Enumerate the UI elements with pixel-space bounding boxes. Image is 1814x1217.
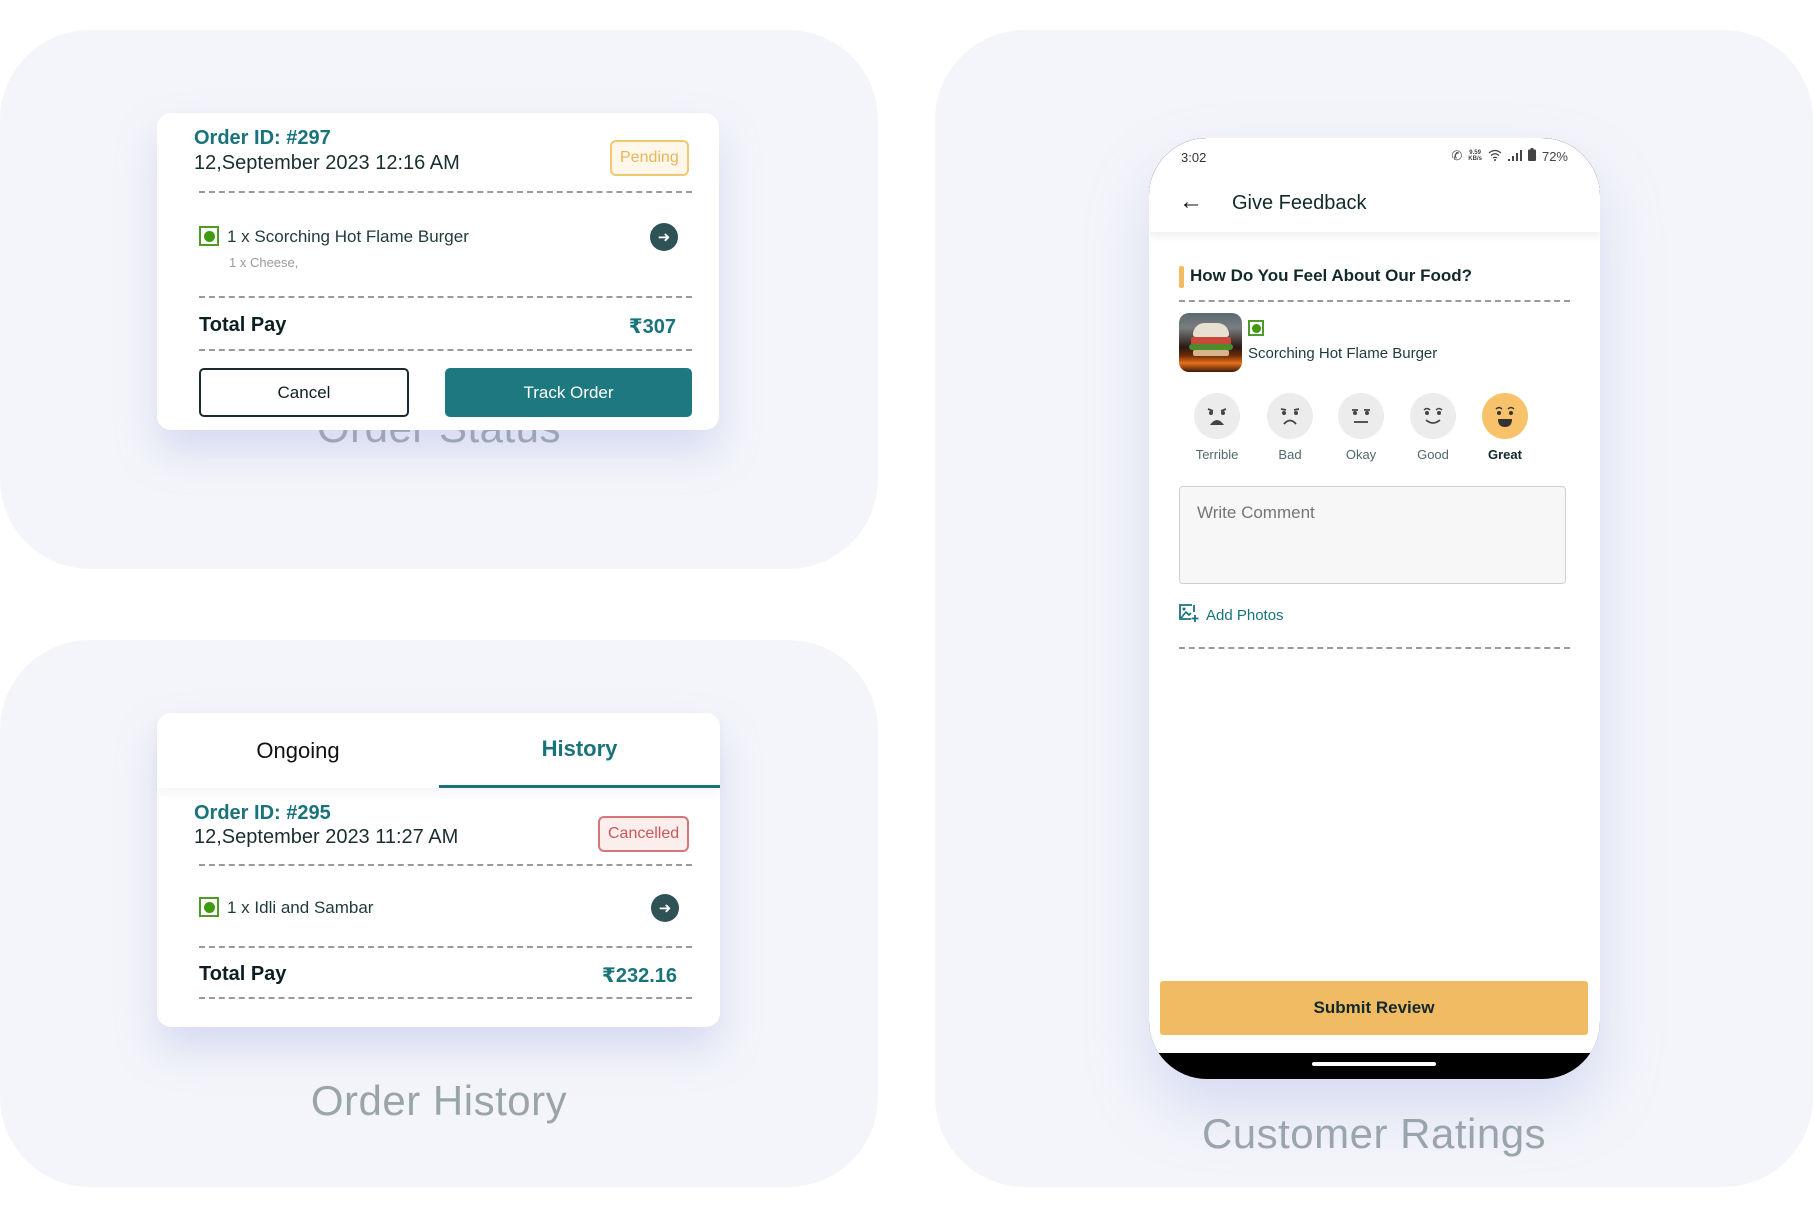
rating-label: Good (1417, 447, 1449, 462)
track-order-button[interactable]: Track Order (445, 368, 692, 417)
status-time: 3:02 (1181, 150, 1207, 165)
order-id: Order ID: #295 (194, 802, 331, 824)
submit-review-button[interactable]: Submit Review (1160, 981, 1588, 1035)
tab-history[interactable]: History (439, 713, 720, 788)
add-image-icon (1179, 604, 1199, 626)
order-status-card: Order ID: #297 12,September 2023 12:16 A… (157, 113, 719, 430)
battery-level: 72% (1541, 148, 1568, 164)
total-label: Total Pay (199, 963, 287, 985)
phone-mockup: 3:02 ✆ 9.59 KB/s 72% ← Give Feedback How… (1149, 138, 1600, 1079)
tab-bar: Ongoing History (157, 713, 720, 788)
phone-screen: 3:02 ✆ 9.59 KB/s 72% ← Give Feedback How… (1149, 138, 1600, 1053)
rating-label: Okay (1345, 447, 1377, 462)
rating-good[interactable]: Good (1398, 393, 1468, 462)
rating-terrible[interactable]: Terrible (1182, 393, 1252, 462)
call-icon: ✆ (1451, 148, 1463, 163)
app-bar: ← Give Feedback (1149, 178, 1600, 232)
divider (199, 349, 692, 351)
order-id: Order ID: #297 (194, 127, 331, 149)
veg-icon (1248, 320, 1264, 336)
add-photos-button[interactable]: Add Photos (1179, 604, 1284, 626)
veg-icon (199, 226, 219, 246)
divider (199, 864, 692, 866)
divider (199, 946, 692, 948)
rating-label: Great (1488, 447, 1522, 462)
rating-label: Bad (1278, 447, 1302, 462)
good-face-icon (1410, 393, 1456, 439)
order-date: 12,September 2023 12:16 AM (194, 152, 460, 174)
rating-label: Terrible (1195, 447, 1239, 462)
add-photos-label: Add Photos (1206, 606, 1284, 624)
tab-ongoing[interactable]: Ongoing (157, 713, 439, 788)
arrow-right-icon: ➜ (658, 900, 672, 917)
home-indicator (1312, 1062, 1436, 1066)
food-name: Scorching Hot Flame Burger (1248, 345, 1438, 362)
food-image (1179, 313, 1242, 372)
status-badge: Pending (610, 140, 689, 176)
comment-input[interactable] (1179, 486, 1566, 584)
total-value: ₹232.16 (601, 965, 677, 987)
item-name: 1 x Idli and Sambar (227, 898, 374, 917)
item-name: 1 x Scorching Hot Flame Burger (227, 227, 469, 246)
great-face-icon (1482, 393, 1528, 439)
terrible-face-icon (1194, 393, 1240, 439)
battery-icon (1527, 148, 1536, 164)
question-heading: How Do You Feel About Our Food? (1190, 266, 1473, 285)
status-badge: Cancelled (598, 816, 690, 852)
bad-face-icon (1267, 393, 1313, 439)
signal-icon (1507, 149, 1522, 164)
rating-okay[interactable]: Okay (1326, 393, 1396, 462)
divider (199, 296, 692, 298)
wifi-icon (1488, 149, 1502, 164)
order-date: 12,September 2023 11:27 AM (194, 826, 459, 848)
arrow-left-icon[interactable]: ← (1179, 188, 1203, 216)
rating-great[interactable]: Great (1470, 393, 1540, 462)
status-bar: 3:02 ✆ 9.59 KB/s 72% (1149, 138, 1600, 178)
page-title: Give Feedback (1232, 192, 1367, 214)
item-details-button[interactable]: ➜ (651, 894, 679, 922)
arrow-right-icon: ➜ (657, 229, 671, 246)
okay-face-icon (1338, 393, 1384, 439)
net-speed: 9.59 KB/s (1468, 150, 1482, 162)
divider (199, 191, 692, 193)
panel-caption: Customer Ratings (1201, 1110, 1547, 1157)
divider (1179, 300, 1570, 302)
panel-caption: Order History (310, 1077, 568, 1124)
item-addon: 1 x Cheese, (229, 255, 299, 270)
divider (1179, 647, 1570, 649)
total-value: ₹307 (628, 316, 676, 338)
order-history-card: Ongoing History Order ID: #295 12,Septem… (157, 713, 720, 1027)
cancel-button[interactable]: Cancel (199, 368, 409, 417)
accent-bar (1179, 266, 1184, 288)
total-label: Total Pay (199, 314, 287, 336)
divider (199, 997, 692, 999)
item-details-button[interactable]: ➜ (650, 223, 678, 251)
veg-icon (199, 897, 219, 917)
rating-bad[interactable]: Bad (1255, 393, 1325, 462)
